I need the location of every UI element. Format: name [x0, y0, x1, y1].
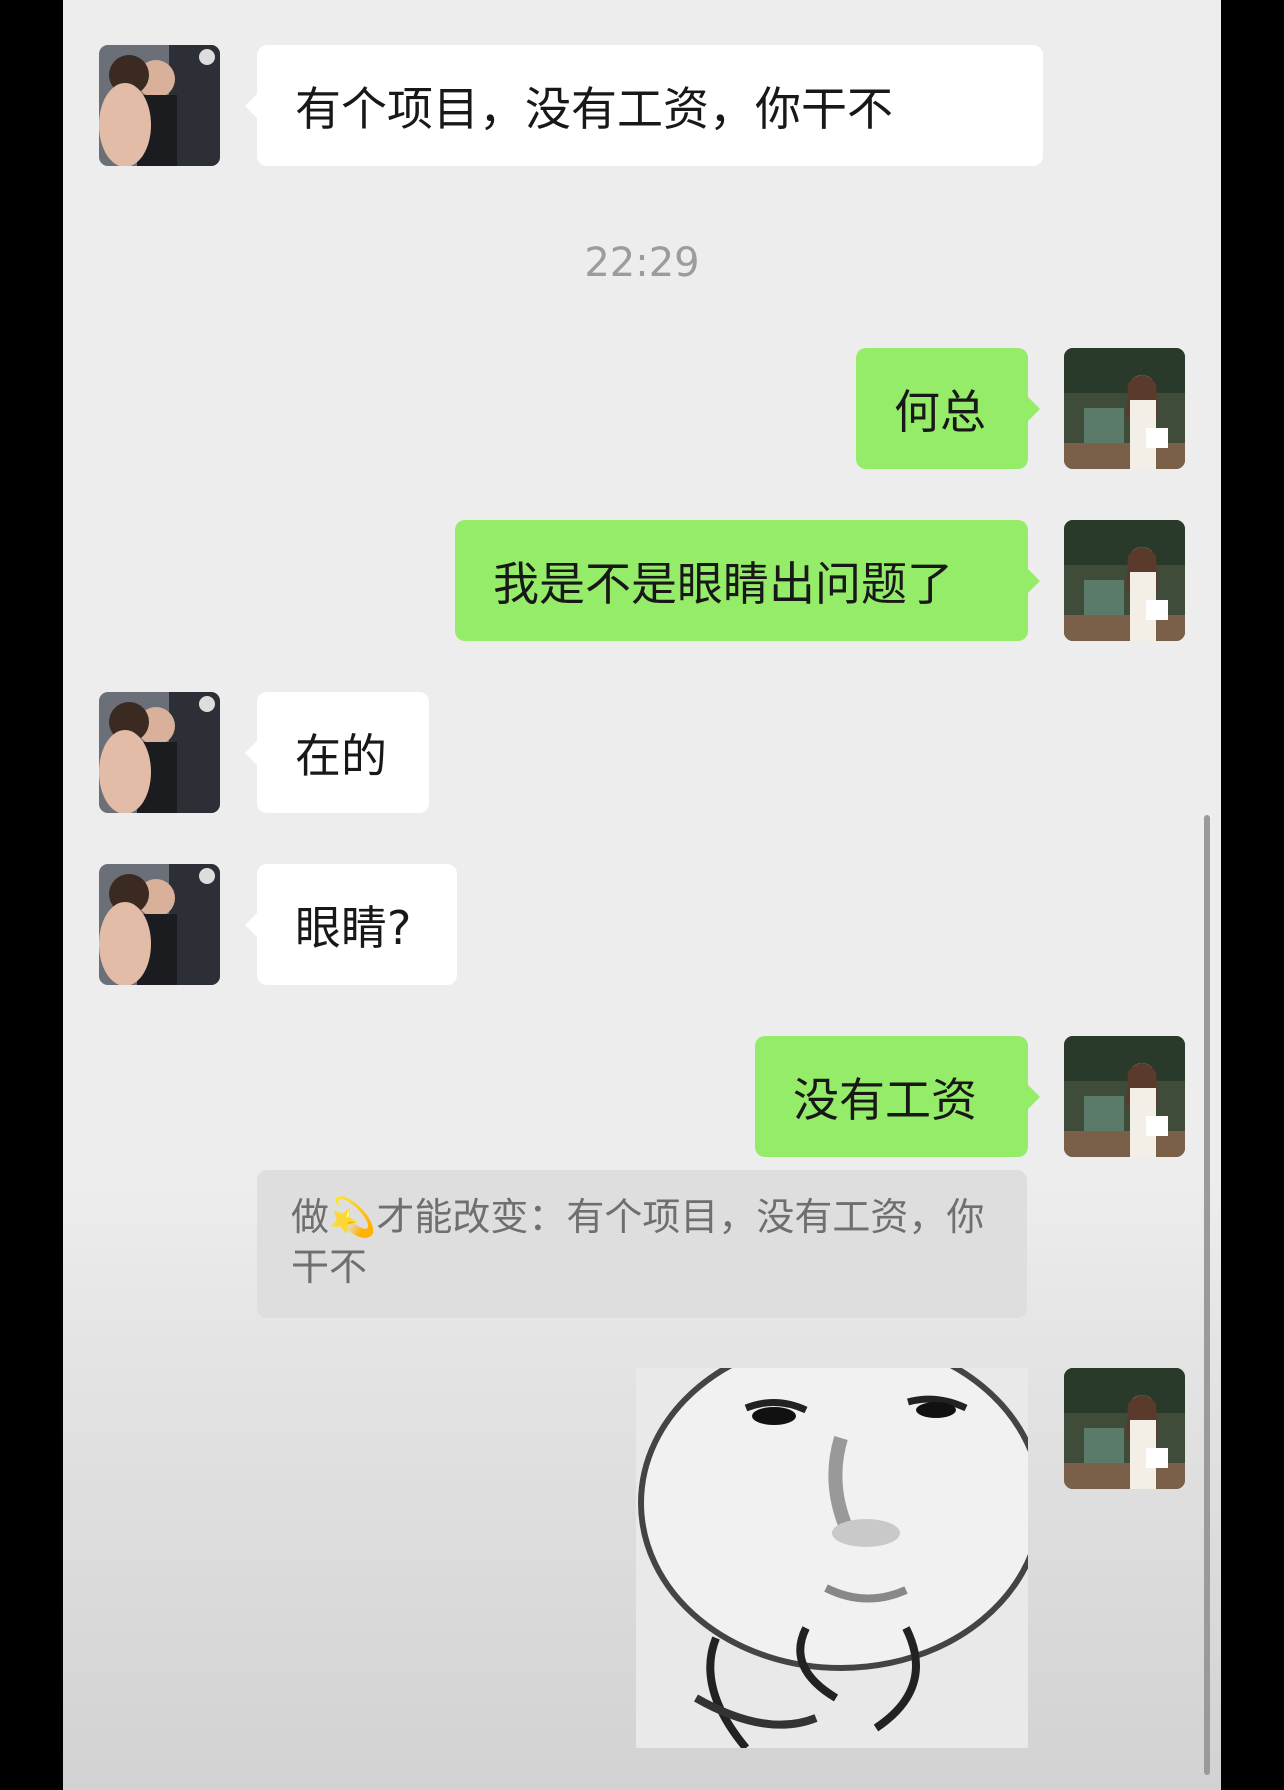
contact-avatar[interactable]	[99, 864, 220, 985]
scrollbar[interactable]	[1204, 815, 1210, 1775]
message-bubble-incoming[interactable]: 有个项目，没有工资，你干不	[245, 45, 1043, 166]
my-avatar[interactable]	[1064, 520, 1185, 641]
contact-avatar[interactable]	[99, 692, 220, 813]
message-bubble-outgoing[interactable]: 没有工资	[755, 1036, 1040, 1157]
message-text: 没有工资	[793, 1072, 977, 1127]
message-bubble-outgoing[interactable]: 何总	[856, 348, 1040, 469]
my-avatar[interactable]	[1064, 1368, 1185, 1489]
my-avatar[interactable]	[1064, 348, 1185, 469]
message-text: 何总	[894, 384, 986, 439]
quote-text: 才能改变：有个项目，没有工资，你干不	[291, 1195, 985, 1289]
message-text: 在的	[295, 728, 387, 783]
chat-screen: 有个项目，没有工资，你干不 22:29 何总 我是不是眼睛出问题了 在的 眼睛?…	[63, 0, 1221, 1790]
my-avatar[interactable]	[1064, 1036, 1185, 1157]
message-text: 有个项目，没有工资，你干不	[295, 81, 893, 136]
contact-avatar[interactable]	[99, 45, 220, 166]
timestamp: 22:29	[584, 240, 700, 286]
message-text: 眼睛?	[295, 900, 412, 955]
message-text: 我是不是眼睛出问题了	[493, 556, 953, 611]
message-bubble-incoming[interactable]: 眼睛?	[245, 864, 457, 985]
message-bubble-outgoing[interactable]: 我是不是眼睛出问题了	[455, 520, 1040, 641]
dizzy-emoji-icon: 💫	[329, 1195, 377, 1239]
quote-prefix: 做	[291, 1195, 330, 1239]
message-bubble-incoming[interactable]: 在的	[245, 692, 429, 813]
face-meme-sticker[interactable]	[636, 1368, 1028, 1748]
quoted-message[interactable]: 做💫才能改变：有个项目，没有工资，你干不	[257, 1170, 1027, 1318]
